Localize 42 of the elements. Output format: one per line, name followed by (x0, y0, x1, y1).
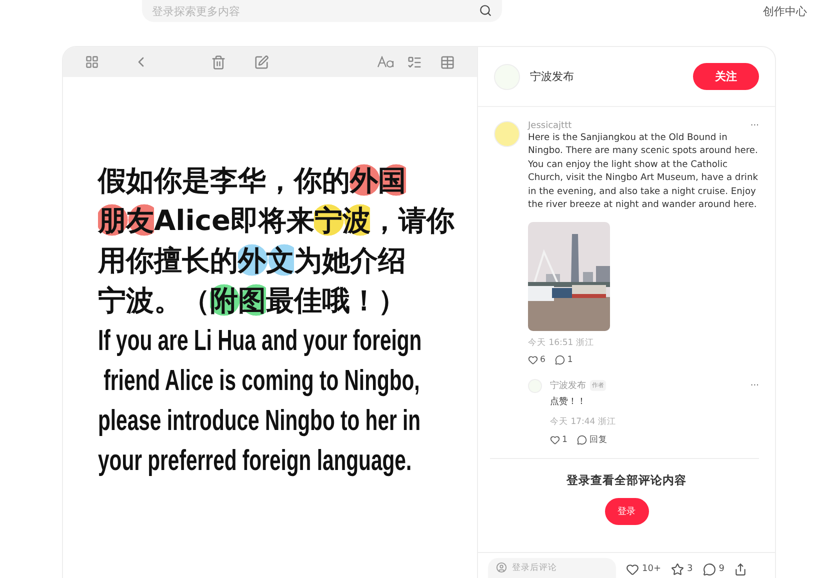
comment-icon (702, 562, 716, 576)
like-button[interactable]: 1 (550, 434, 568, 446)
like-button[interactable]: 6 (528, 355, 546, 366)
note-text-line: If you are Li Hua and your foreign (98, 324, 422, 359)
reply-button[interactable]: 回复 (577, 434, 608, 446)
comment-icon (577, 434, 588, 445)
note-text-line: 用你擅长的外文为她介绍 (98, 243, 407, 279)
comment-field[interactable]: 登录后评论 (488, 558, 616, 578)
note-text-line: your preferred foreign language. (98, 444, 412, 479)
comment-icon (555, 355, 566, 366)
note-text-line: please introduce Ningbo to her in (98, 404, 421, 439)
comment-time: 今天 17:44 浙江 (550, 416, 617, 428)
nav-link[interactable]: 创作中心 (763, 4, 807, 19)
heart-icon (528, 355, 538, 366)
search-icon[interactable] (479, 4, 492, 17)
grid-icon[interactable] (85, 55, 99, 69)
heart-icon (626, 562, 639, 576)
more-button[interactable]: ··· (750, 380, 759, 391)
note-text-line: 假如你是李华，你的外国 (98, 163, 407, 199)
comment-text: 点赞！！ (550, 396, 587, 410)
collect-button[interactable]: 3 (671, 560, 693, 578)
user-icon (496, 562, 507, 573)
login-prompt: 登录查看全部评论内容 (566, 472, 686, 488)
like-button[interactable]: 10+ (626, 560, 661, 578)
table-icon[interactable] (440, 54, 455, 70)
edit-icon[interactable] (254, 54, 269, 70)
checklist-icon[interactable] (407, 54, 422, 70)
note-text-line: friend Alice is coming to Ningbo, (102, 364, 420, 399)
note-text-line: 宁波。（附图最佳哦！） (98, 283, 407, 319)
more-button[interactable]: ··· (750, 121, 759, 131)
heart-icon (550, 434, 560, 445)
search-field[interactable]: 登录探索更多内容 (142, 0, 502, 22)
comment-time: 今天 16:51 浙江 (528, 337, 595, 350)
star-icon (671, 562, 684, 576)
trash-icon[interactable] (211, 54, 226, 70)
login-button[interactable]: 登录 (604, 498, 648, 525)
follow-button[interactable]: 关注 (693, 63, 759, 90)
reply-count-button[interactable]: 1 (555, 355, 573, 366)
text-format-icon[interactable] (377, 56, 395, 68)
author-name[interactable]: 宁波发布 (530, 69, 574, 84)
comment-button[interactable]: 9 (702, 560, 724, 578)
comment-text: Here is the Sanjiangkou at the Old Bound in Ningbo. There are many scenic spots around here. You can enjoy the light show at the Catholic Church, visit the Ningbo Art Museum, have a drink in the evening, and also take a night cruise. Enjoy the river breeze at night and wander around here. (528, 132, 759, 212)
